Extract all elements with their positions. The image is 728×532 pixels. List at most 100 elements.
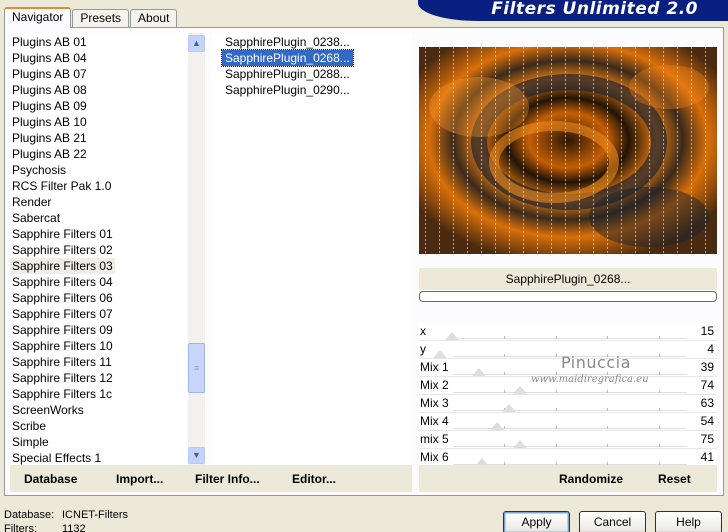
category-item[interactable]: Render (10, 194, 53, 210)
database-toolbar: Database Import... Filter Info... Editor… (10, 465, 412, 492)
slider-knob[interactable] (432, 350, 447, 358)
category-item[interactable]: Plugins AB 04 (10, 50, 89, 66)
category-item[interactable]: Sapphire Filters 06 (10, 290, 115, 306)
category-item[interactable]: Plugins AB 01 (10, 34, 89, 50)
scroll-thumb[interactable]: ≡ (188, 343, 205, 393)
status-area: Database: ICNET-Filters Filters: 1132 (4, 508, 128, 532)
slider-tick (607, 408, 609, 411)
control-label: Mix 3 (420, 396, 449, 410)
category-scrollbar[interactable]: ▲ ≡ ▼ (188, 33, 205, 465)
slider-knob[interactable] (501, 404, 516, 412)
slider-track[interactable] (453, 410, 687, 411)
control-label: y (420, 342, 426, 356)
control-value: 4 (707, 342, 714, 356)
control-row[interactable]: Mix 3 63 (419, 395, 717, 413)
control-value: 75 (700, 432, 714, 446)
filter-item[interactable]: SapphirePlugin_0268... (221, 49, 354, 67)
slider-tick (504, 372, 506, 375)
preview-swirl (419, 47, 717, 254)
slider-tick (555, 426, 557, 429)
category-item[interactable]: ScreenWorks (10, 402, 86, 418)
scroll-down-icon[interactable]: ▼ (188, 447, 205, 464)
category-item[interactable]: Sapphire Filters 09 (10, 322, 115, 338)
tab-presets[interactable]: Presets (72, 9, 130, 28)
progress-bar (419, 291, 717, 302)
control-value: 15 (700, 324, 714, 338)
filter-item[interactable]: SapphirePlugin_0290... (222, 82, 353, 98)
category-item[interactable]: Scribe (10, 418, 48, 434)
category-item[interactable]: Sapphire Filters 1c (10, 386, 114, 402)
category-list[interactable]: Plugins AB 01 Plugins AB 04 Plugins AB 07 P… (10, 33, 206, 465)
filter-list[interactable]: SapphirePlugin_0238... SapphirePlugin_026… (212, 33, 412, 465)
reset-button[interactable]: Reset (658, 472, 691, 486)
slider-tick (504, 354, 506, 357)
import-button[interactable]: Import... (116, 472, 163, 486)
slider-knob[interactable] (489, 422, 504, 430)
slider-tick (504, 444, 506, 447)
category-item[interactable]: Plugins AB 22 (10, 146, 89, 162)
slider-tick (504, 336, 506, 339)
watermark-site: www.maidiregrafica.eu (531, 374, 649, 385)
control-value: 39 (700, 360, 714, 374)
tab-navigator[interactable]: Navigator (4, 7, 72, 28)
filter-item[interactable]: SapphirePlugin_0288... (222, 66, 353, 82)
category-item[interactable]: Sapphire Filters 03 (10, 258, 115, 274)
control-row[interactable]: mix 5 75 (419, 431, 717, 449)
slider-tick (555, 336, 557, 339)
slider-track[interactable] (453, 338, 687, 339)
filter-controls: x 15 y 4 Mix 1 39 Mix 2 74 Mix 3 63 Mix 4 54 mix 5 75… (419, 323, 717, 467)
category-item[interactable]: Plugins AB 21 (10, 130, 89, 146)
slider-knob[interactable] (471, 368, 486, 376)
category-item[interactable]: Plugins AB 08 (10, 82, 89, 98)
tab-about[interactable]: About (130, 9, 178, 28)
control-value: 63 (700, 396, 714, 410)
slider-tick (658, 444, 660, 447)
category-item[interactable]: Sapphire Filters 02 (10, 242, 115, 258)
control-value: 41 (700, 450, 714, 464)
category-item[interactable]: Sapphire Filters 11 (10, 354, 114, 370)
slider-knob[interactable] (444, 332, 459, 340)
tab-strip: Navigator Presets About (4, 7, 178, 28)
control-label: Mix 1 (420, 360, 449, 374)
category-item[interactable]: Sabercat (10, 210, 62, 226)
apply-button[interactable]: Apply (503, 511, 570, 532)
category-item[interactable]: Psychosis (10, 162, 68, 178)
filter-info-button[interactable]: Filter Info... (195, 472, 260, 486)
category-item[interactable]: Plugins AB 10 (10, 114, 89, 130)
slider-tick (607, 426, 609, 429)
category-item[interactable]: Sapphire Filters 04 (10, 274, 115, 290)
cancel-button[interactable]: Cancel (579, 511, 646, 532)
help-button[interactable]: Help (655, 511, 722, 532)
category-item[interactable]: Plugins AB 07 (10, 66, 89, 82)
slider-tick (555, 390, 557, 393)
editor-button[interactable]: Editor... (292, 472, 336, 486)
category-item[interactable]: Simple (10, 434, 51, 450)
slider-tick (658, 390, 660, 393)
scroll-up-icon[interactable]: ▲ (188, 35, 205, 52)
control-row[interactable]: x 15 (419, 323, 717, 341)
status-database-value: ICNET-Filters (62, 509, 128, 521)
slider-tick (555, 444, 557, 447)
slider-track[interactable] (453, 428, 687, 429)
category-item[interactable]: Plugins AB 09 (10, 98, 89, 114)
slider-tick (607, 336, 609, 339)
database-button[interactable]: Database (24, 472, 77, 486)
status-filters-label: Filters: (4, 523, 37, 532)
filter-item[interactable]: SapphirePlugin_0238... (222, 34, 353, 50)
slider-track[interactable] (453, 446, 687, 447)
slider-track[interactable] (453, 392, 687, 393)
slider-knob[interactable] (513, 386, 528, 394)
category-item[interactable]: Sapphire Filters 12 (10, 370, 115, 386)
slider-tick (607, 390, 609, 393)
brand-title: Filters Unlimited 2.0 (418, 0, 728, 21)
category-item[interactable]: Sapphire Filters 07 (10, 306, 115, 322)
category-item[interactable]: Special Effects 1 (10, 450, 103, 465)
slider-knob[interactable] (513, 440, 528, 448)
randomize-button[interactable]: Randomize (559, 472, 623, 486)
category-item[interactable]: Sapphire Filters 10 (10, 338, 115, 354)
slider-tick (658, 336, 660, 339)
category-item[interactable]: RCS Filter Pak 1.0 (10, 178, 113, 194)
category-item[interactable]: Sapphire Filters 01 (10, 226, 115, 242)
control-row[interactable]: Mix 4 54 (419, 413, 717, 431)
slider-tick (658, 372, 660, 375)
